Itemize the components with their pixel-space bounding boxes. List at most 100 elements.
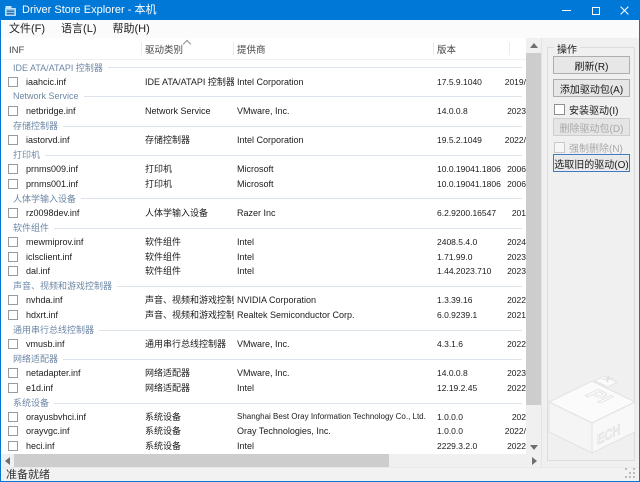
arrow-down-icon bbox=[530, 445, 538, 450]
table-row[interactable]: orayvgc.inf系统设备Oray Technologies, Inc.1.… bbox=[1, 424, 526, 439]
row-checkbox[interactable] bbox=[8, 252, 18, 262]
row-checkbox[interactable] bbox=[8, 77, 18, 87]
cell-inf: hdxrt.inf bbox=[26, 308, 140, 323]
cell-inf: prnms009.inf bbox=[26, 162, 140, 177]
table-row[interactable]: mewmiprov.inf软件组件Intel2408.5.4.02024 bbox=[1, 235, 526, 250]
header-inf[interactable]: INF bbox=[9, 38, 24, 60]
table-body: IDE ATA/ATAPI 控制器iaahcic.infIDE ATA/ATAP… bbox=[1, 60, 526, 454]
group-divider bbox=[108, 67, 522, 68]
cell-driver-class: 网络适配器 bbox=[145, 366, 234, 381]
table-row[interactable]: e1d.inf网络适配器Intel12.19.2.452022 bbox=[1, 381, 526, 396]
row-checkbox[interactable] bbox=[8, 368, 18, 378]
scroll-up-button[interactable] bbox=[526, 38, 541, 52]
scroll-right-button[interactable] bbox=[528, 454, 541, 467]
header-version[interactable]: 版本 bbox=[437, 38, 456, 60]
group-row: 软件组件 bbox=[1, 220, 526, 235]
table-row[interactable]: prnms009.inf打印机Microsoft10.0.19041.18062… bbox=[1, 162, 526, 177]
cell-provider: VMware, Inc. bbox=[237, 366, 434, 381]
cell-date: 202 bbox=[501, 410, 526, 425]
row-checkbox[interactable] bbox=[8, 106, 18, 116]
group-divider bbox=[54, 403, 522, 404]
vertical-scrollbar[interactable] bbox=[526, 38, 541, 454]
select-old-drivers-button[interactable]: 选取旧的驱动(O) bbox=[553, 154, 630, 172]
table-row[interactable]: iastorvd.inf存储控制器Intel Corporation19.5.2… bbox=[1, 133, 526, 148]
close-icon bbox=[619, 5, 630, 16]
cell-driver-class: 网络适配器 bbox=[145, 381, 234, 396]
cell-inf: netbridge.inf bbox=[26, 104, 140, 119]
scroll-down-button[interactable] bbox=[526, 440, 541, 454]
row-checkbox[interactable] bbox=[8, 266, 18, 276]
cell-version: 1.44.2023.710 bbox=[437, 264, 501, 279]
table-row[interactable]: netbridge.infNetwork ServiceVMware, Inc.… bbox=[1, 104, 526, 119]
cell-date: 2023 bbox=[501, 366, 526, 381]
minimize-button[interactable] bbox=[552, 1, 581, 20]
add-driver-package-button[interactable]: 添加驱动包(A) bbox=[553, 79, 630, 97]
table-row[interactable]: vmusb.inf通用串行总线控制器VMware, Inc.4.3.1.6202… bbox=[1, 337, 526, 352]
horizontal-scroll-thumb[interactable] bbox=[14, 454, 389, 467]
row-checkbox[interactable] bbox=[8, 208, 18, 218]
row-checkbox[interactable] bbox=[8, 383, 18, 393]
cell-inf: rz0098dev.inf bbox=[26, 206, 140, 221]
cell-inf: orayvgc.inf bbox=[26, 424, 140, 439]
table-row[interactable]: nvhda.inf声音、视频和游戏控制器NVIDIA Corporation1.… bbox=[1, 293, 526, 308]
group-divider bbox=[117, 286, 522, 287]
install-driver-checkbox[interactable] bbox=[554, 104, 565, 115]
row-checkbox[interactable] bbox=[8, 237, 18, 247]
cell-provider: VMware, Inc. bbox=[237, 337, 434, 352]
actions-panel: 操作 刷新(R) 添加驱动包(A) 安装驱动(I) 删除驱动包(D) 强制删除(… bbox=[541, 38, 639, 467]
row-checkbox[interactable] bbox=[8, 164, 18, 174]
close-button[interactable] bbox=[610, 1, 639, 20]
table-row[interactable]: rz0098dev.inf人体学输入设备Razer Inc6.2.9200.16… bbox=[1, 206, 526, 221]
row-checkbox[interactable] bbox=[8, 339, 18, 349]
cell-inf: iclsclient.inf bbox=[26, 250, 140, 265]
cell-driver-class: IDE ATA/ATAPI 控制器 bbox=[145, 75, 234, 90]
table-row[interactable]: hdxrt.inf声音、视频和游戏控制器Realtek Semiconducto… bbox=[1, 308, 526, 323]
cell-inf: mewmiprov.inf bbox=[26, 235, 140, 250]
cell-version: 6.0.9239.1 bbox=[437, 308, 501, 323]
table-row[interactable]: iclsclient.inf软件组件Intel1.71.99.02023 bbox=[1, 250, 526, 265]
menu-help[interactable]: 帮助(H) bbox=[105, 20, 158, 38]
caption-buttons bbox=[552, 1, 639, 20]
cell-version: 1.0.0.0 bbox=[437, 424, 501, 439]
cell-provider: NVIDIA Corporation bbox=[237, 293, 434, 308]
table-row[interactable]: dal.inf软件组件Intel1.44.2023.7102023 bbox=[1, 264, 526, 279]
refresh-button[interactable]: 刷新(R) bbox=[553, 56, 630, 74]
cell-provider: Shanghai Best Oray Information Technolog… bbox=[237, 410, 434, 425]
row-checkbox[interactable] bbox=[8, 179, 18, 189]
table-row[interactable]: iaahcic.infIDE ATA/ATAPI 控制器Intel Corpor… bbox=[1, 75, 526, 90]
cell-version: 1.71.99.0 bbox=[437, 250, 501, 265]
header-provider[interactable]: 提供商 bbox=[237, 38, 266, 60]
scroll-left-button[interactable] bbox=[1, 454, 14, 467]
row-checkbox[interactable] bbox=[8, 426, 18, 436]
row-checkbox[interactable] bbox=[8, 135, 18, 145]
cell-inf: orayusbvhci.inf bbox=[26, 410, 140, 425]
cell-provider: Intel Corporation bbox=[237, 75, 434, 90]
titlebar: Driver Store Explorer - 本机 bbox=[1, 1, 639, 20]
table-row[interactable]: netadapter.inf网络适配器VMware, Inc.14.0.0.82… bbox=[1, 366, 526, 381]
cell-driver-class: 系统设备 bbox=[145, 439, 234, 454]
table-row[interactable]: orayusbvhci.inf系统设备Shanghai Best Oray In… bbox=[1, 410, 526, 425]
header-driver-class[interactable]: 驱动类别 bbox=[145, 38, 183, 60]
horizontal-scrollbar[interactable] bbox=[1, 454, 541, 467]
menu-file[interactable]: 文件(F) bbox=[1, 20, 53, 38]
row-checkbox[interactable] bbox=[8, 441, 18, 451]
maximize-button[interactable] bbox=[581, 1, 610, 20]
row-checkbox[interactable] bbox=[8, 412, 18, 422]
cell-date: 2023 bbox=[501, 250, 526, 265]
cell-date: 2022 bbox=[501, 381, 526, 396]
group-label: 人体学输入设备 bbox=[13, 192, 76, 205]
group-label: 打印机 bbox=[13, 148, 40, 161]
vertical-scroll-thumb[interactable] bbox=[526, 53, 541, 405]
force-delete-checkbox bbox=[554, 142, 565, 153]
cell-provider: Microsoft bbox=[237, 162, 434, 177]
row-checkbox[interactable] bbox=[8, 295, 18, 305]
resize-grip[interactable] bbox=[625, 468, 636, 479]
cell-version: 4.3.1.6 bbox=[437, 337, 501, 352]
force-delete-checkbox-row: 强制删除(N) bbox=[554, 141, 623, 153]
table-row[interactable]: heci.inf系统设备Intel2229.3.2.02022 bbox=[1, 439, 526, 454]
statusbar: 准备就绪 bbox=[1, 467, 639, 481]
menu-language[interactable]: 语言(L) bbox=[53, 20, 104, 38]
row-checkbox[interactable] bbox=[8, 310, 18, 320]
table-row[interactable]: prnms001.inf打印机Microsoft10.0.19041.18062… bbox=[1, 177, 526, 192]
cell-version: 10.0.19041.1806 bbox=[437, 162, 501, 177]
